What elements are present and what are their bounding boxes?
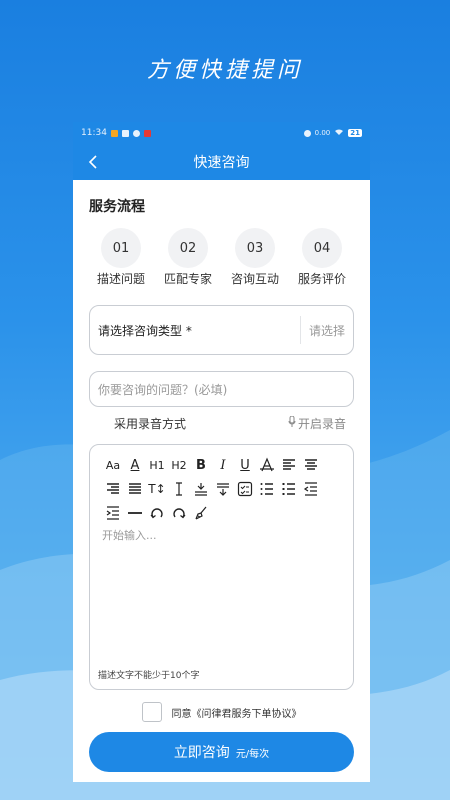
microphone-icon (288, 415, 296, 431)
audio-mode-label: 采用录音方式 (114, 417, 187, 431)
align-justify-icon[interactable] (124, 479, 146, 499)
consult-type-select[interactable]: 请选择咨询类型 * 请选择 (89, 305, 354, 355)
heading-1-icon[interactable]: H1 (146, 455, 168, 475)
heading-2-icon[interactable]: H2 (168, 455, 190, 475)
submit-label: 立即咨询 (173, 745, 230, 761)
consult-type-placeholder[interactable]: 请选择 (299, 316, 345, 344)
status-bar: 11:34 0.00 21 (73, 122, 370, 144)
step-label: 匹配专家 (163, 272, 212, 286)
align-center-icon[interactable] (300, 455, 322, 475)
network-speed: 0.00 (314, 129, 331, 137)
audio-row: 采用录音方式 开启录音 (89, 415, 354, 432)
record-label: 开启录音 (297, 417, 346, 431)
consult-type-label: 请选择咨询类型 * (98, 323, 192, 338)
vibrate-icon (303, 129, 311, 137)
bold-icon[interactable]: B (190, 455, 212, 475)
line-height-icon[interactable] (168, 479, 190, 499)
service-flow-title: 服务流程 (89, 199, 145, 215)
font-color-icon[interactable]: A (124, 455, 146, 475)
step-label: 咨询互动 (230, 272, 279, 286)
align-top-icon[interactable] (212, 479, 234, 499)
editor-placeholder: 开始输入... (102, 529, 157, 542)
question-input[interactable]: 你要咨询的问题？(必填) (89, 371, 354, 407)
message-icon (121, 129, 129, 137)
step-label: 服务评价 (297, 272, 346, 286)
record-button[interactable]: 开启录音 (288, 415, 346, 432)
font-size-icon[interactable]: Aa (102, 455, 124, 475)
align-bottom-icon[interactable] (190, 479, 212, 499)
app-badge-icon (143, 129, 151, 137)
back-arrow-icon[interactable] (85, 153, 103, 171)
redo-icon[interactable] (168, 503, 190, 523)
step-item: 02 匹配专家 (156, 228, 220, 287)
step-number: 03 (235, 228, 275, 268)
step-item: 03 咨询互动 (223, 228, 287, 287)
clear-format-icon[interactable] (190, 503, 212, 523)
align-right-icon[interactable] (102, 479, 124, 499)
step-number: 01 (101, 228, 141, 268)
text-size-icon[interactable]: T↕ (146, 479, 168, 499)
horizontal-rule-icon[interactable] (124, 503, 146, 523)
align-left-icon[interactable] (278, 455, 300, 475)
consult-now-button[interactable]: 立即咨询 元/每次 (89, 732, 354, 772)
checklist-icon[interactable] (234, 479, 256, 499)
rich-text-editor[interactable]: Aa A H1 H2 B I U T↕ 开始输入... 描述文字不能少于10个字 (89, 444, 354, 690)
ordered-list-icon[interactable] (256, 479, 278, 499)
notification-icon (110, 129, 118, 137)
agreement-text[interactable]: 同意《问律君服务下单协议》 (172, 705, 302, 720)
step-label: 描述问题 (96, 272, 145, 286)
price-unit: 元/每次 (235, 748, 270, 760)
step-item: 04 服务评价 (290, 228, 354, 287)
app-screen: 11:34 0.00 21 快速咨询 服务流程 01 描述问题 02 匹配专家 … (73, 122, 370, 782)
unordered-list-icon[interactable] (278, 479, 300, 499)
agreement-checkbox[interactable] (141, 702, 162, 722)
sync-icon (132, 129, 140, 137)
undo-icon[interactable] (146, 503, 168, 523)
battery-level: 21 (348, 129, 362, 137)
editor-hint: 描述文字不能少于10个字 (98, 671, 200, 681)
outdent-icon[interactable] (300, 479, 322, 499)
step-number: 04 (302, 228, 342, 268)
italic-icon[interactable]: I (212, 455, 234, 475)
agreement-row: 同意《问律君服务下单协议》 (89, 702, 354, 722)
step-number: 02 (168, 228, 208, 268)
editor-toolbar: Aa A H1 H2 B I U T↕ (102, 455, 338, 523)
service-flow-steps: 01 描述问题 02 匹配专家 03 咨询互动 04 服务评价 (89, 228, 354, 287)
wifi-icon (334, 128, 344, 139)
strikethrough-icon[interactable] (256, 455, 278, 475)
page-title: 快速咨询 (193, 155, 250, 171)
navigation-bar: 快速咨询 (73, 144, 370, 180)
slogan-title: 方便快捷提问 (146, 58, 303, 83)
indent-icon[interactable] (102, 503, 124, 523)
step-item: 01 描述问题 (89, 228, 153, 287)
status-time: 11:34 (81, 128, 107, 138)
underline-icon[interactable]: U (234, 455, 256, 475)
